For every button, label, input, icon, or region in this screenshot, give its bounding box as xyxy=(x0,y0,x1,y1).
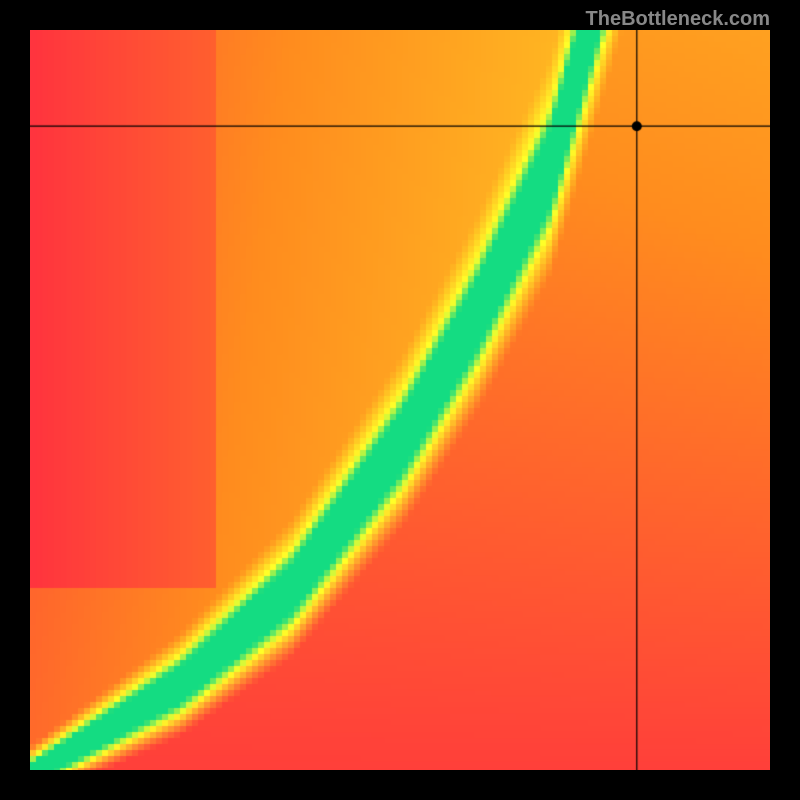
watermark-text: TheBottleneck.com xyxy=(586,8,770,31)
heatmap-chart xyxy=(30,30,770,770)
heatmap-canvas xyxy=(30,30,770,770)
